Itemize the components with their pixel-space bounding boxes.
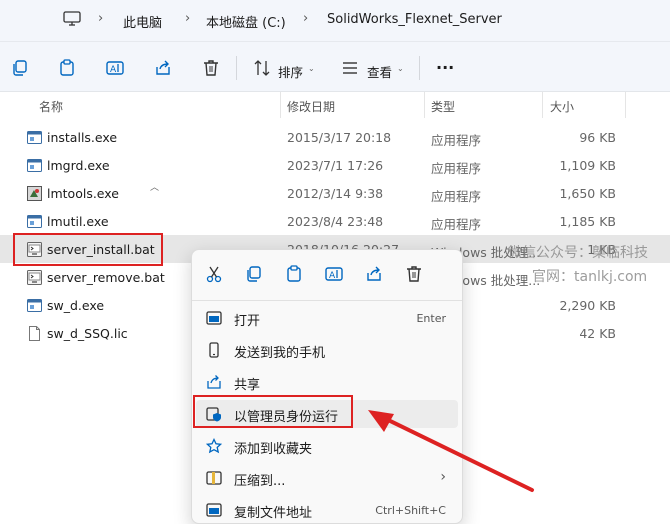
sort-button[interactable]: 排序	[278, 62, 303, 81]
file-name: lmtools.exe	[47, 186, 119, 201]
annotation-arrow	[368, 410, 534, 492]
copy-path-icon	[206, 502, 222, 518]
file-size: 2,290 KB	[559, 298, 616, 313]
star-icon	[205, 437, 223, 454]
file-size: 1,650 KB	[559, 186, 616, 201]
menu-item-label: 压缩到...	[234, 474, 286, 489]
copy-icon[interactable]	[11, 59, 29, 77]
menu-item-shortcut: Ctrl+Shift+C	[375, 504, 446, 517]
column-divider[interactable]	[625, 92, 626, 118]
share-icon	[206, 374, 222, 390]
svg-text:A: A	[329, 271, 336, 281]
delete-icon[interactable]	[202, 59, 220, 77]
column-divider[interactable]	[542, 92, 543, 118]
menu-item-share[interactable]: 共享	[196, 368, 458, 396]
chevron-down-icon: ⌄	[397, 64, 404, 73]
exe-icon	[27, 130, 42, 145]
chevron-right-icon: ›	[98, 11, 104, 26]
column-name[interactable]: 名称	[39, 98, 63, 115]
menu-item-open[interactable]: 打开 Enter	[196, 304, 458, 332]
computer-icon[interactable]	[63, 11, 81, 31]
menu-divider	[192, 300, 462, 301]
column-size[interactable]: 大小	[550, 98, 574, 115]
breadcrumb-this-pc[interactable]: 此电脑	[123, 12, 162, 31]
file-name: server_remove.bat	[47, 270, 165, 285]
column-type[interactable]: 类型	[431, 98, 455, 115]
exe-icon	[27, 214, 42, 229]
paste-icon[interactable]	[285, 265, 303, 283]
file-name: sw_d.exe	[47, 298, 105, 313]
address-bar[interactable]: › 此电脑 › 本地磁盘 (C:) › SolidWorks_Flexnet_S…	[0, 0, 670, 42]
open-icon	[206, 310, 222, 326]
chevron-right-icon: ›	[185, 11, 191, 26]
context-quick-actions: A	[192, 250, 462, 298]
exe-icon	[27, 158, 42, 173]
phone-icon	[206, 342, 222, 358]
file-icon	[27, 326, 42, 341]
bat-icon	[27, 270, 42, 285]
file-size: 1,185 KB	[559, 214, 616, 229]
menu-item-label: 添加到收藏夹	[234, 442, 313, 457]
lmtools-icon	[27, 186, 42, 201]
column-modified[interactable]: 修改日期	[287, 98, 335, 115]
file-row[interactable]: lmtools.exe 2012/3/14 9:38 应用程序 1,650 KB	[0, 179, 670, 207]
menu-item-label: 复制文件地址	[234, 506, 313, 521]
file-size: 96 KB	[579, 130, 616, 145]
file-name: sw_d_SSQ.lic	[47, 326, 128, 341]
file-name: installs.exe	[47, 130, 118, 145]
delete-icon[interactable]	[405, 265, 423, 283]
menu-item-label: 打开	[234, 314, 261, 329]
watermark-line2: 官网：tanlkj.com	[532, 269, 648, 285]
menu-item-send-to-phone[interactable]: 发送到我的手机	[196, 336, 458, 364]
file-modified-date: 2023/7/1 17:26	[287, 158, 384, 173]
rename-icon[interactable]: A	[106, 59, 124, 77]
svg-text:A: A	[110, 65, 117, 75]
watermark-line1: 微信公众号：㮾临科技	[508, 245, 648, 261]
file-modified-date: 2012/3/14 9:38	[287, 186, 384, 201]
sort-icon[interactable]	[253, 59, 271, 77]
view-icon[interactable]	[341, 59, 359, 77]
exe-icon	[27, 298, 42, 313]
file-modified-date: 2023/8/4 23:48	[287, 214, 384, 229]
column-divider[interactable]	[280, 92, 281, 118]
file-name: lmgrd.exe	[47, 158, 110, 173]
paste-icon[interactable]	[58, 59, 76, 77]
breadcrumb-folder[interactable]: SolidWorks_Flexnet_Server	[327, 12, 502, 27]
file-type: 应用程序	[431, 189, 482, 204]
file-type: 应用程序	[431, 161, 482, 176]
view-button[interactable]: 查看	[367, 62, 392, 81]
column-divider[interactable]	[424, 92, 425, 118]
file-size: 42 KB	[579, 326, 616, 341]
rename-icon[interactable]: A	[325, 265, 343, 283]
copy-icon[interactable]	[245, 265, 263, 283]
share-icon[interactable]	[154, 59, 172, 77]
file-modified-date: 2015/3/17 20:18	[287, 130, 392, 145]
cut-icon[interactable]	[205, 265, 223, 283]
breadcrumb-local-disk[interactable]: 本地磁盘 (C:)	[206, 12, 286, 31]
toolbar-divider	[236, 56, 237, 80]
highlight-box-file	[13, 233, 163, 266]
command-bar: A 排序 ⌄ 查看 ⌄ ···	[0, 42, 670, 92]
column-header-bar: ︿ 名称 修改日期 类型 大小	[0, 92, 670, 193]
menu-item-label: 共享	[234, 378, 261, 393]
file-size: 1,109 KB	[559, 158, 616, 173]
file-type: 应用程序	[431, 217, 482, 232]
highlight-box-menu	[193, 395, 353, 428]
file-name: lmutil.exe	[47, 214, 109, 229]
chevron-down-icon: ⌄	[308, 64, 315, 73]
file-row[interactable]: installs.exe 2015/3/17 20:18 应用程序 96 KB	[0, 123, 670, 151]
more-options-button[interactable]: ···	[436, 58, 454, 77]
file-row[interactable]: lmgrd.exe 2023/7/1 17:26 应用程序 1,109 KB	[0, 151, 670, 179]
zip-icon	[206, 470, 222, 486]
file-type: 应用程序	[431, 133, 482, 148]
toolbar-divider	[419, 56, 420, 80]
menu-item-label: 发送到我的手机	[234, 346, 326, 361]
chevron-right-icon: ›	[303, 11, 309, 26]
share-icon[interactable]	[365, 265, 383, 283]
menu-item-shortcut: Enter	[416, 312, 446, 325]
file-row[interactable]: lmutil.exe 2023/8/4 23:48 应用程序 1,185 KB	[0, 207, 670, 235]
